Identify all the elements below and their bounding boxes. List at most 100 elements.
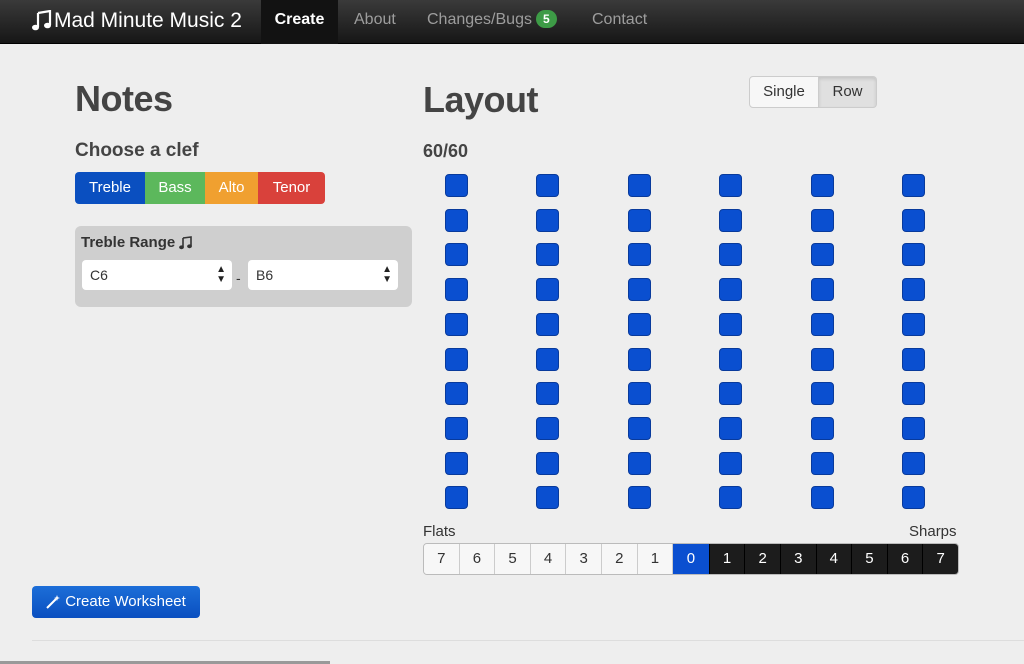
flat-7-button[interactable]: 7 [424,544,460,574]
sharp-1-button[interactable]: 1 [708,544,745,574]
problem-square[interactable] [628,486,651,509]
problem-square[interactable] [445,313,468,336]
problem-square[interactable] [902,486,925,509]
problem-square[interactable] [445,486,468,509]
problem-square[interactable] [811,278,834,301]
problem-square[interactable] [628,174,651,197]
sharp-4-button[interactable]: 4 [815,544,852,574]
clef-bass-button[interactable]: Bass [145,172,205,204]
layout-single-button[interactable]: Single [749,76,819,108]
problem-square[interactable] [811,382,834,405]
range-to-select[interactable]: B6 ▲ ▼ [248,260,398,290]
problem-square[interactable] [811,243,834,266]
range-to-value: B6 [256,267,274,283]
problem-square[interactable] [536,348,559,371]
problem-square[interactable] [445,278,468,301]
brand[interactable]: Mad Minute Music 2 [32,9,242,33]
problem-square[interactable] [719,382,742,405]
problem-square[interactable] [536,382,559,405]
problem-square[interactable] [628,382,651,405]
problem-square[interactable] [628,452,651,475]
sharp-2-button[interactable]: 2 [744,544,780,574]
clef-treble-button[interactable]: Treble [75,172,145,204]
problem-square[interactable] [902,382,925,405]
magic-wand-icon [46,595,61,609]
flat-1-button[interactable]: 1 [637,544,674,574]
problem-square[interactable] [902,452,925,475]
problem-square[interactable] [902,209,925,232]
problem-square[interactable] [536,486,559,509]
nav-create[interactable]: Create [261,0,338,44]
problem-square[interactable] [536,417,559,440]
select-arrows-icon: ▲ ▼ [216,264,226,285]
problem-square[interactable] [536,452,559,475]
problem-square[interactable] [811,452,834,475]
problem-square[interactable] [811,417,834,440]
problem-square[interactable] [719,209,742,232]
clef-tenor-button[interactable]: Tenor [258,172,325,204]
problem-square[interactable] [536,243,559,266]
natural-0-button[interactable]: 0 [673,544,709,574]
problem-square[interactable] [536,313,559,336]
problem-square[interactable] [902,278,925,301]
nav-changes-bugs[interactable]: Changes/Bugs 5 [427,0,557,44]
navbar: Mad Minute Music 2 Create About Changes/… [0,0,1024,44]
problem-square[interactable] [902,243,925,266]
flat-4-button[interactable]: 4 [530,544,567,574]
nav-about[interactable]: About [354,0,396,44]
range-title: Treble Range [81,234,193,251]
range-from-select[interactable]: C6 ▲ ▼ [82,260,232,290]
flat-2-button[interactable]: 2 [601,544,638,574]
clef-alto-button[interactable]: Alto [205,172,258,204]
problem-square[interactable] [719,278,742,301]
problem-square[interactable] [445,417,468,440]
problem-square[interactable] [811,486,834,509]
layout-row-button[interactable]: Row [819,76,877,108]
problem-square[interactable] [445,348,468,371]
problem-square[interactable] [719,417,742,440]
problem-square[interactable] [445,452,468,475]
problem-square[interactable] [719,243,742,266]
problem-square[interactable] [445,174,468,197]
sharp-5-button[interactable]: 5 [851,544,887,574]
problem-square[interactable] [445,243,468,266]
problem-square[interactable] [628,209,651,232]
problem-square[interactable] [445,382,468,405]
range-title-label: Treble Range [81,234,176,251]
problem-square[interactable] [719,313,742,336]
sharp-3-button[interactable]: 3 [779,544,816,574]
problem-square[interactable] [811,348,834,371]
problem-square[interactable] [628,243,651,266]
problem-square[interactable] [902,348,925,371]
nav-changes-bugs-label: Changes/Bugs [427,11,532,28]
problem-square[interactable] [628,278,651,301]
problem-square[interactable] [628,348,651,371]
range-from-value: C6 [90,267,108,283]
layout-title: Layout [423,79,539,120]
problem-square[interactable] [811,209,834,232]
problem-square[interactable] [719,174,742,197]
range-panel: Treble Range C6 ▲ ▼ - B6 ▲ ▼ [75,226,412,307]
sharp-6-button[interactable]: 6 [886,544,923,574]
flat-6-button[interactable]: 6 [459,544,496,574]
sharp-7-button[interactable]: 7 [922,544,958,574]
problem-square[interactable] [628,417,651,440]
problem-square[interactable] [445,209,468,232]
problem-count: 60/60 [423,141,469,161]
problem-square[interactable] [628,313,651,336]
problem-square[interactable] [536,209,559,232]
problem-square[interactable] [719,452,742,475]
problem-square[interactable] [902,313,925,336]
problem-square[interactable] [719,348,742,371]
problem-square[interactable] [902,174,925,197]
flat-3-button[interactable]: 3 [566,544,602,574]
problem-square[interactable] [811,174,834,197]
problem-square[interactable] [536,278,559,301]
problem-square[interactable] [536,174,559,197]
problem-square[interactable] [719,486,742,509]
nav-contact[interactable]: Contact [592,0,647,44]
create-worksheet-button[interactable]: Create Worksheet [32,586,200,618]
flat-5-button[interactable]: 5 [495,544,531,574]
problem-square[interactable] [811,313,834,336]
problem-square[interactable] [902,417,925,440]
